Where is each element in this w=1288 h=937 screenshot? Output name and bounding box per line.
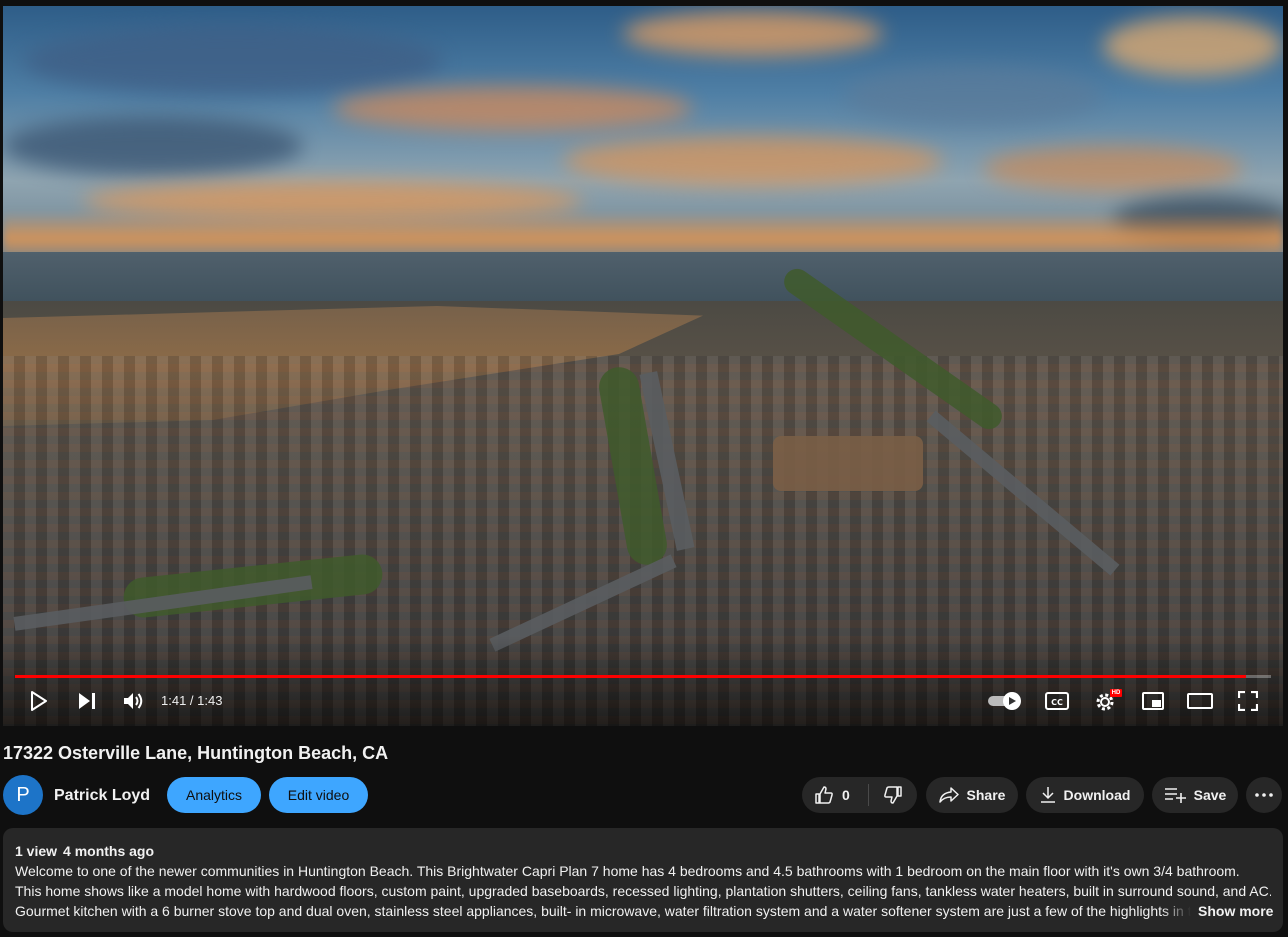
playlist-add-icon (1164, 787, 1186, 803)
channel-name[interactable]: Patrick Loyd (54, 786, 150, 806)
description-box[interactable]: 1 view 4 months ago Welcome to one of the… (3, 828, 1283, 932)
like-dislike-group: 0 (802, 777, 917, 813)
description-line: This home shows like a model home with h… (15, 883, 1271, 899)
fullscreen-icon (1238, 691, 1258, 711)
hd-badge: HD (1110, 689, 1122, 697)
edit-video-button[interactable]: Edit video (269, 777, 368, 813)
svg-text:CC: CC (1051, 698, 1063, 707)
more-horizontal-icon (1255, 793, 1273, 797)
video-player[interactable]: 1:41 / 1:43 CC HD (3, 6, 1283, 726)
description-line: Welcome to one of the newer communities … (15, 863, 1240, 879)
save-button[interactable]: Save (1152, 777, 1238, 813)
theater-mode-icon (1187, 693, 1213, 709)
play-button[interactable] (23, 688, 55, 714)
share-button[interactable]: Share (926, 777, 1018, 813)
thumbs-down-icon (884, 786, 902, 804)
theater-mode-button[interactable] (1184, 689, 1216, 713)
miniplayer-button[interactable] (1138, 689, 1168, 713)
avatar[interactable]: P (3, 775, 43, 815)
download-label: Download (1063, 787, 1131, 803)
volume-icon (124, 693, 143, 709)
video-title: 17322 Osterville Lane, Huntington Beach,… (3, 743, 389, 763)
miniplayer-icon (1142, 692, 1164, 710)
share-icon (938, 786, 959, 804)
more-actions-button[interactable] (1246, 777, 1282, 813)
autoplay-toggle-icon (988, 692, 1021, 710)
play-icon (31, 691, 47, 711)
download-button[interactable]: Download (1026, 777, 1144, 813)
description-line: Gourmet kitchen with a 6 burner stove to… (15, 903, 1191, 919)
progress-bar-played (15, 675, 1246, 678)
autoplay-toggle[interactable] (986, 689, 1024, 713)
next-icon (79, 693, 95, 709)
like-count: 0 (842, 787, 850, 803)
mute-button[interactable] (117, 688, 151, 714)
description-meta: 1 view 4 months ago (15, 841, 1271, 861)
analytics-button[interactable]: Analytics (167, 777, 261, 813)
captions-button[interactable]: CC (1042, 689, 1072, 713)
captions-icon: CC (1045, 692, 1069, 710)
save-label: Save (1193, 787, 1227, 803)
view-count: 1 view (15, 843, 58, 859)
show-more-button[interactable]: Show more (1198, 901, 1273, 921)
next-button[interactable] (71, 688, 103, 714)
download-icon (1040, 786, 1056, 804)
share-label: Share (966, 787, 1006, 803)
upload-age: 4 months ago (63, 843, 155, 859)
fullscreen-button[interactable] (1233, 688, 1263, 714)
progress-bar[interactable] (15, 675, 1271, 678)
description-fade (1161, 901, 1191, 921)
time-display: 1:41 / 1:43 (161, 693, 223, 708)
dislike-button[interactable] (869, 777, 917, 813)
thumbs-up-icon (815, 786, 833, 804)
description-line-truncated: Gourmet kitchen with a 6 burner stove to… (15, 901, 1191, 921)
like-button[interactable]: 0 (802, 777, 868, 813)
